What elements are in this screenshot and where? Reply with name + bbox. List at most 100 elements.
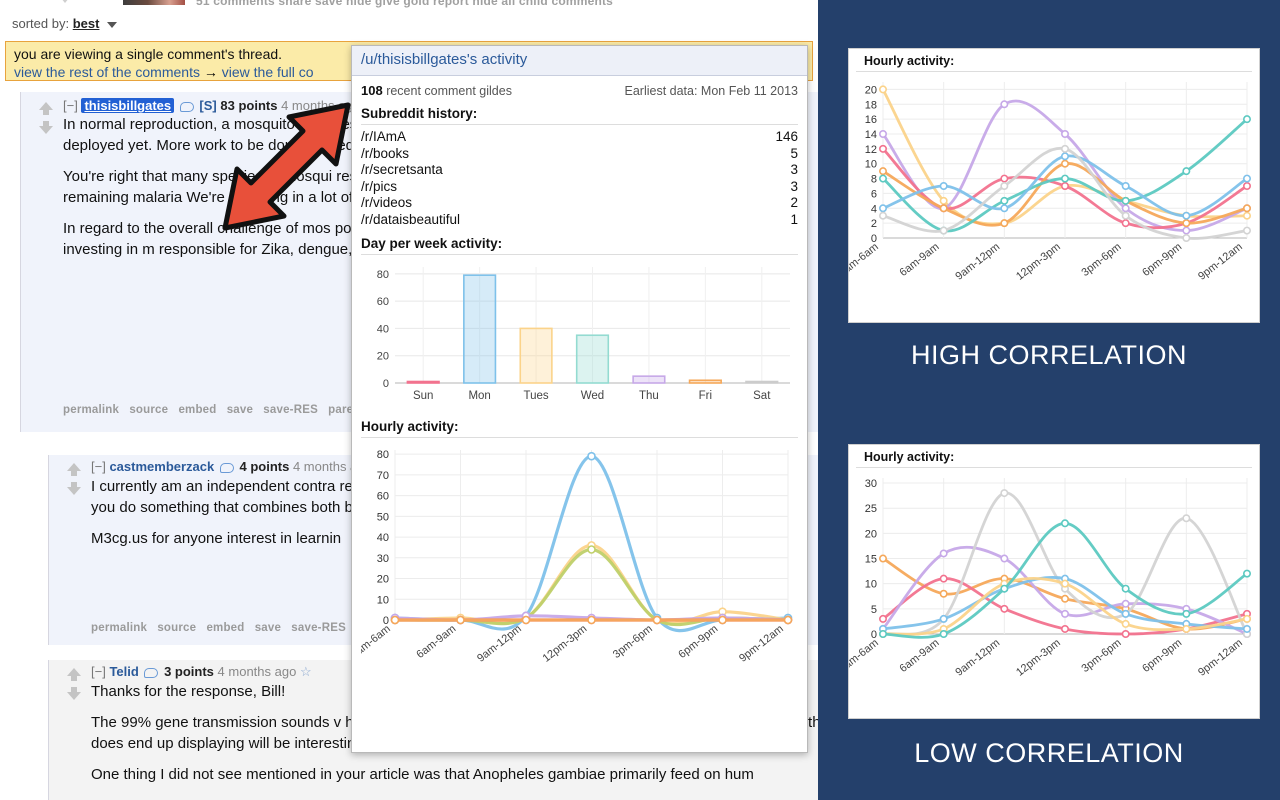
subreddit-name[interactable]: /r/pics xyxy=(361,179,397,196)
svg-text:6pm-9pm: 6pm-9pm xyxy=(1140,637,1184,675)
comment-paragraph: One thing I did not see mentioned in you… xyxy=(91,766,754,783)
svg-text:9pm-12am: 9pm-12am xyxy=(1196,637,1245,679)
svg-text:3pm-6pm: 3pm-6pm xyxy=(611,623,655,661)
embed-link[interactable]: embed xyxy=(206,622,244,634)
list-item: /r/pics 3 xyxy=(361,179,798,196)
svg-text:12: 12 xyxy=(865,144,877,156)
sorted-by-label: sorted by: xyxy=(12,16,70,31)
save-res-link[interactable]: save-RES xyxy=(263,404,318,416)
collapse-toggle[interactable]: [−] xyxy=(63,98,78,113)
correlation-comparison-panel: Hourly activity: 0 2 4 6 8 10 12 14 16 18 20 12am-6… xyxy=(818,0,1280,800)
svg-text:20: 20 xyxy=(865,84,877,96)
downvote-icon[interactable] xyxy=(67,692,81,700)
subreddit-name[interactable]: /r/books xyxy=(361,146,409,163)
downvote-icon[interactable] xyxy=(39,126,53,134)
popup-title: /u/thisisbillgates's activity xyxy=(352,46,807,76)
vote-column[interactable] xyxy=(38,102,54,134)
svg-text:18: 18 xyxy=(865,99,877,111)
comment-author[interactable]: castmemberzack xyxy=(109,459,214,474)
user-tag-icon[interactable] xyxy=(179,101,194,112)
source-link[interactable]: source xyxy=(157,622,196,634)
list-item: /r/IAmA 146 xyxy=(361,129,798,146)
comment-timestamp: 4 months ago xyxy=(217,664,297,679)
comment-score: 4 points xyxy=(239,459,290,474)
view-rest-of-comments-link[interactable]: view the rest of the comments xyxy=(14,64,200,80)
subreddit-history-list: /r/IAmA 146 /r/books 5 /r/secretsanta 3 … xyxy=(361,129,798,228)
view-full-context-link[interactable]: view the full co xyxy=(222,64,314,80)
svg-text:6pm-9pm: 6pm-9pm xyxy=(676,623,720,661)
svg-text:Thu: Thu xyxy=(639,390,659,402)
vote-column[interactable] xyxy=(66,463,82,495)
svg-text:20: 20 xyxy=(377,351,389,363)
high-correlation-card: Hourly activity: 0 2 4 6 8 10 12 14 16 18 20 12am-6… xyxy=(832,48,1260,323)
svg-text:Fri: Fri xyxy=(699,390,712,402)
gilding-summary: 108 recent comment gildes Earliest data:… xyxy=(361,83,798,98)
permalink-link[interactable]: permalink xyxy=(63,404,119,416)
post-actions-label[interactable]: 51 comments share save hide give gold re… xyxy=(196,0,613,8)
subreddit-name[interactable]: /r/videos xyxy=(361,195,412,212)
svg-text:60: 60 xyxy=(377,491,389,503)
embed-link[interactable]: embed xyxy=(178,404,216,416)
comment-author[interactable]: thisisbillgates xyxy=(81,98,175,113)
subreddit-name[interactable]: /r/dataisbeautiful xyxy=(361,212,460,229)
svg-text:14: 14 xyxy=(865,129,877,141)
svg-text:25: 25 xyxy=(865,503,877,515)
svg-text:70: 70 xyxy=(377,470,389,482)
subreddit-name[interactable]: /r/IAmA xyxy=(361,129,406,146)
low-correlation-card: Hourly activity: 0 5 10 15 20 25 30 12am-6am 6am… xyxy=(832,444,1260,719)
low-correlation-label: LOW CORRELATION xyxy=(914,738,1184,768)
bar-chart-svg: 0 20 40 60 80 Sun Mon Tues Wed Thu Fri Sat xyxy=(377,267,790,402)
svg-text:2: 2 xyxy=(871,218,877,230)
user-tag-icon[interactable] xyxy=(219,462,234,473)
upvote-icon[interactable] xyxy=(39,102,53,110)
divider xyxy=(361,124,798,125)
downvote-icon[interactable] xyxy=(67,487,81,495)
upvote-icon[interactable] xyxy=(67,668,81,676)
permalink-link[interactable]: permalink xyxy=(91,622,147,634)
comment-actions[interactable]: permalink source embed save save-RES xyxy=(91,622,346,634)
comment-author[interactable]: Telid xyxy=(109,664,138,679)
svg-text:15: 15 xyxy=(865,554,877,566)
chevron-down-icon[interactable] xyxy=(107,21,118,28)
gilded-label: recent comment gildes xyxy=(386,84,512,98)
low-correlation-chart: 0 5 10 15 20 25 30 12am-6am 6am-9am 9am-12pm 12pm-… xyxy=(832,468,1259,708)
subreddit-count: 2 xyxy=(790,195,798,210)
comment-actions[interactable]: permalink source embed save save-RES par… xyxy=(63,404,360,416)
svg-text:12am-6am: 12am-6am xyxy=(849,241,881,283)
user-activity-popup: /u/thisisbillgates's activity 108 recent… xyxy=(351,45,808,753)
svg-text:Tues: Tues xyxy=(524,390,549,402)
save-link[interactable]: save xyxy=(255,622,281,634)
subreddit-history-heading: Subreddit history: xyxy=(361,106,478,121)
post-actions-strip: 51 comments share save hide give gold re… xyxy=(0,0,818,10)
save-star-icon[interactable]: ☆ xyxy=(300,664,312,679)
collapse-toggle[interactable]: [−] xyxy=(91,459,106,474)
post-thumbnail[interactable] xyxy=(123,0,185,5)
vote-column[interactable] xyxy=(66,668,82,700)
downvote-arrow-icon[interactable] xyxy=(56,0,74,3)
collapse-toggle[interactable]: [−] xyxy=(91,664,106,679)
svg-text:Mon: Mon xyxy=(468,390,490,402)
day-per-week-bar-chart: 0 20 40 60 80 Sun Mon Tues Wed Thu Fri Sat xyxy=(361,259,798,409)
svg-text:6pm-9pm: 6pm-9pm xyxy=(1140,241,1184,279)
card-title: Hourly activity: xyxy=(856,445,1252,468)
sort-control[interactable]: sorted by: best xyxy=(12,16,118,31)
subreddit-count: 5 xyxy=(790,145,798,161)
svg-text:6am-9am: 6am-9am xyxy=(898,637,942,675)
list-item: /r/books 5 xyxy=(361,146,798,163)
svg-text:40: 40 xyxy=(377,323,389,335)
svg-text:10: 10 xyxy=(865,159,877,171)
svg-text:6am-9am: 6am-9am xyxy=(898,241,942,279)
user-tag-icon[interactable] xyxy=(144,667,159,678)
high-correlation-label: HIGH CORRELATION xyxy=(910,340,1188,370)
svg-text:6am-9am: 6am-9am xyxy=(414,623,458,661)
subreddit-name[interactable]: /r/secretsanta xyxy=(361,162,443,179)
upvote-icon[interactable] xyxy=(67,463,81,471)
sorted-by-value[interactable]: best xyxy=(73,16,100,31)
subreddit-count: 3 xyxy=(790,178,798,194)
svg-text:20: 20 xyxy=(377,574,389,586)
source-link[interactable]: source xyxy=(129,404,168,416)
line-chart-svg: 0102030405060708012am-6am 6am-9am 9am-12pm… xyxy=(352,449,793,665)
save-link[interactable]: save xyxy=(227,404,253,416)
card-title: Hourly activity: xyxy=(856,49,1252,72)
save-res-link[interactable]: save-RES xyxy=(291,622,346,634)
